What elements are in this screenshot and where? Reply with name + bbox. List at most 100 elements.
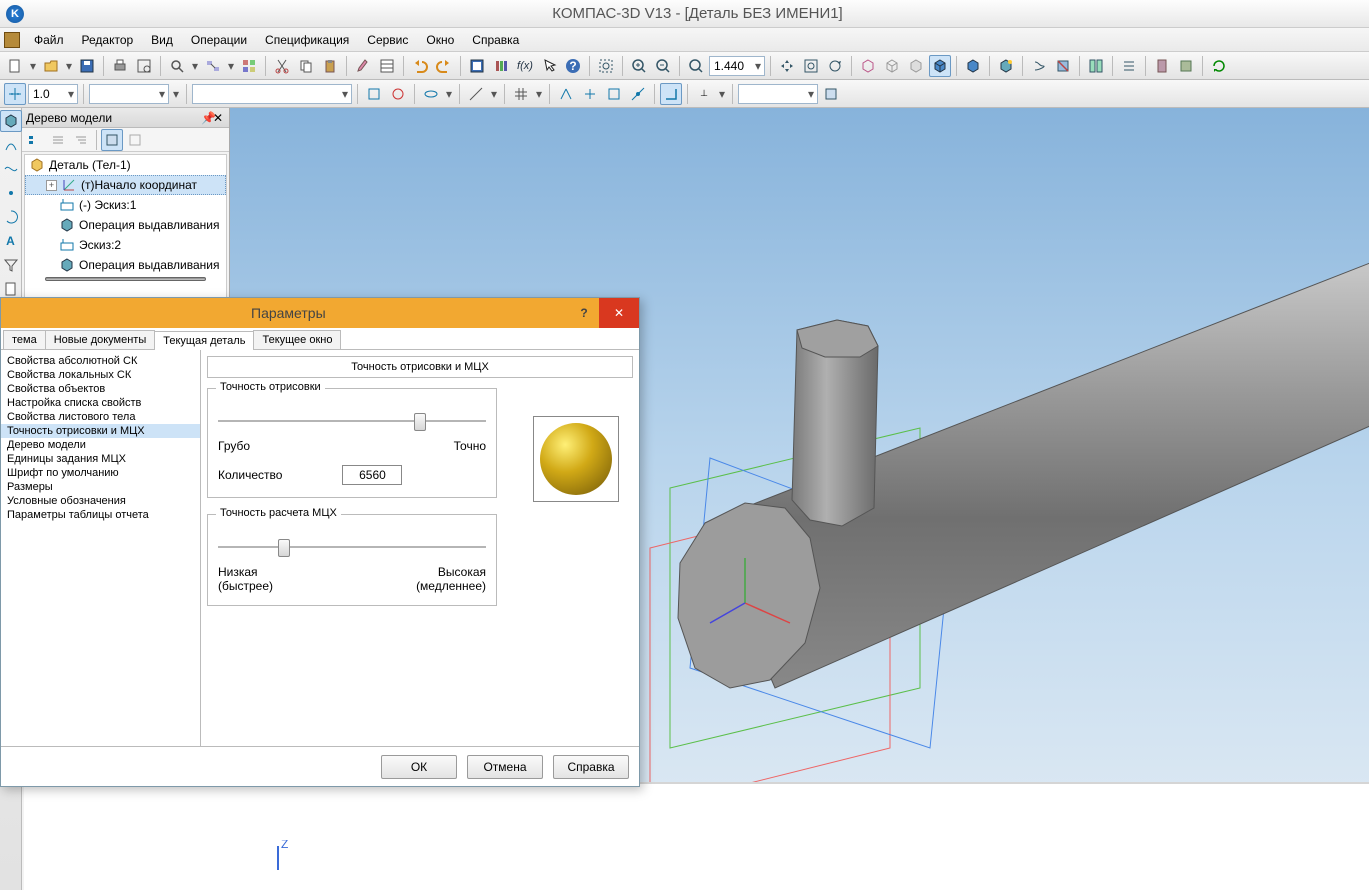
ok-button[interactable]: ОК [381,755,457,779]
print-preview-button[interactable] [133,55,155,77]
grid-button[interactable] [510,83,532,105]
side-sheet[interactable]: Свойства листового тела [1,410,200,424]
home-icon[interactable] [4,32,20,48]
pin-icon[interactable]: 📌 [201,111,213,125]
side-dims[interactable]: Размеры [1,480,200,494]
extra2-button[interactable] [1175,55,1197,77]
side-text-icon[interactable]: A [0,230,22,252]
snap2-button[interactable] [387,83,409,105]
ortho-button[interactable] [660,83,682,105]
cut-button[interactable] [271,55,293,77]
link-dropdown-icon[interactable]: ▾ [226,59,236,73]
side-spline-icon[interactable] [0,158,22,180]
dialog-help-button[interactable]: Справка [553,755,629,779]
new-button[interactable] [4,55,26,77]
fx-button[interactable]: f(x) [514,55,536,77]
menu-edit[interactable]: Редактор [74,31,142,49]
pan-button[interactable] [776,55,798,77]
side-local-cs[interactable]: Свойства локальных СК [1,368,200,382]
snap1-button[interactable] [363,83,385,105]
side-filter-icon[interactable] [0,254,22,276]
open-dropdown-icon[interactable]: ▾ [64,59,74,73]
slider-thumb[interactable] [414,413,426,431]
tab-newdocs[interactable]: Новые документы [45,330,156,349]
tree-btn1[interactable] [24,129,46,151]
tab-theme[interactable]: тема [3,330,46,349]
new-dropdown-icon[interactable]: ▾ [28,59,38,73]
config-combo[interactable] [738,84,818,104]
layer-dd-icon[interactable]: ▾ [171,87,181,101]
undo-button[interactable] [409,55,431,77]
tree-extr1[interactable]: Операция выдавливания [25,215,226,235]
dim4-button[interactable] [627,83,649,105]
side-symbols[interactable]: Условные обозначения [1,494,200,508]
zoom-in-button[interactable] [628,55,650,77]
side-report[interactable]: Параметры таблицы отчета [1,508,200,522]
brush-button[interactable] [352,55,374,77]
zoom-frame-button[interactable] [595,55,617,77]
snap-end-button[interactable]: ⊥ [693,83,715,105]
view-iso-button[interactable] [857,55,879,77]
snap3-button[interactable] [420,83,442,105]
side-font[interactable]: Шрифт по умолчанию [1,466,200,480]
thread-button[interactable] [1028,55,1050,77]
close-icon[interactable]: ✕ [213,111,225,125]
tree-btn4[interactable] [101,129,123,151]
menu-operations[interactable]: Операции [183,31,255,49]
side-curve-icon[interactable] [0,134,22,156]
tree-origin[interactable]: + (т)Начало координат [25,175,226,195]
snap4-dd-icon[interactable]: ▾ [489,87,499,101]
config-button[interactable] [820,83,842,105]
count-input[interactable] [342,465,402,485]
help-button[interactable]: ? [562,55,584,77]
view-wire-button[interactable] [881,55,903,77]
zoom-out-button[interactable] [652,55,674,77]
tree-sketch2[interactable]: Эскиз:2 [25,235,226,255]
scale-combo[interactable]: 1.0 [28,84,78,104]
snap3-dd-icon[interactable]: ▾ [444,87,454,101]
gallery-button[interactable] [238,55,260,77]
tree-btn5[interactable] [124,129,146,151]
search-button[interactable] [166,55,188,77]
menu-view[interactable]: Вид [143,31,181,49]
tree-endbar[interactable] [45,277,206,281]
tree-sketch1[interactable]: (-) Эскиз:1 [25,195,226,215]
view-shaded2-button[interactable] [962,55,984,77]
snap-end-dd-icon[interactable]: ▾ [717,87,727,101]
refresh-button[interactable] [1208,55,1230,77]
menu-file[interactable]: Файл [26,31,72,49]
view-persp-button[interactable] [995,55,1017,77]
tree-root[interactable]: Деталь (Тел-1) [25,155,226,175]
extra1-button[interactable] [1151,55,1173,77]
tab-current-window[interactable]: Текущее окно [253,330,341,349]
side-units[interactable]: Единицы задания МЦХ [1,452,200,466]
cancel-button[interactable]: Отмена [467,755,543,779]
pointer-button[interactable] [538,55,560,77]
view-hidden-button[interactable] [905,55,927,77]
slider-thumb[interactable] [278,539,290,557]
copy-button[interactable] [295,55,317,77]
zoom-combo[interactable]: 1.440 [709,56,765,76]
menu-service[interactable]: Сервис [359,31,416,49]
print-button[interactable] [109,55,131,77]
library-button[interactable] [490,55,512,77]
dim2-button[interactable] [579,83,601,105]
link-button[interactable] [202,55,224,77]
layer-combo[interactable] [89,84,169,104]
side-spiral-icon[interactable] [0,206,22,228]
redo-button[interactable] [433,55,455,77]
grid-dd-icon[interactable]: ▾ [534,87,544,101]
style-combo[interactable] [192,84,352,104]
tree-btn2[interactable] [47,129,69,151]
menu-window[interactable]: Окно [418,31,462,49]
dialog-help-icon[interactable]: ? [569,298,599,328]
side-proplist[interactable]: Настройка списка свойств [1,396,200,410]
snap4-button[interactable] [465,83,487,105]
menu-specification[interactable]: Спецификация [257,31,357,49]
tree-extr2[interactable]: Операция выдавливания [25,255,226,275]
paste-button[interactable] [319,55,341,77]
search-dropdown-icon[interactable]: ▾ [190,59,200,73]
section-button[interactable] [1052,55,1074,77]
view-shaded-button[interactable] [929,55,951,77]
side-extrude-icon[interactable] [0,110,22,132]
